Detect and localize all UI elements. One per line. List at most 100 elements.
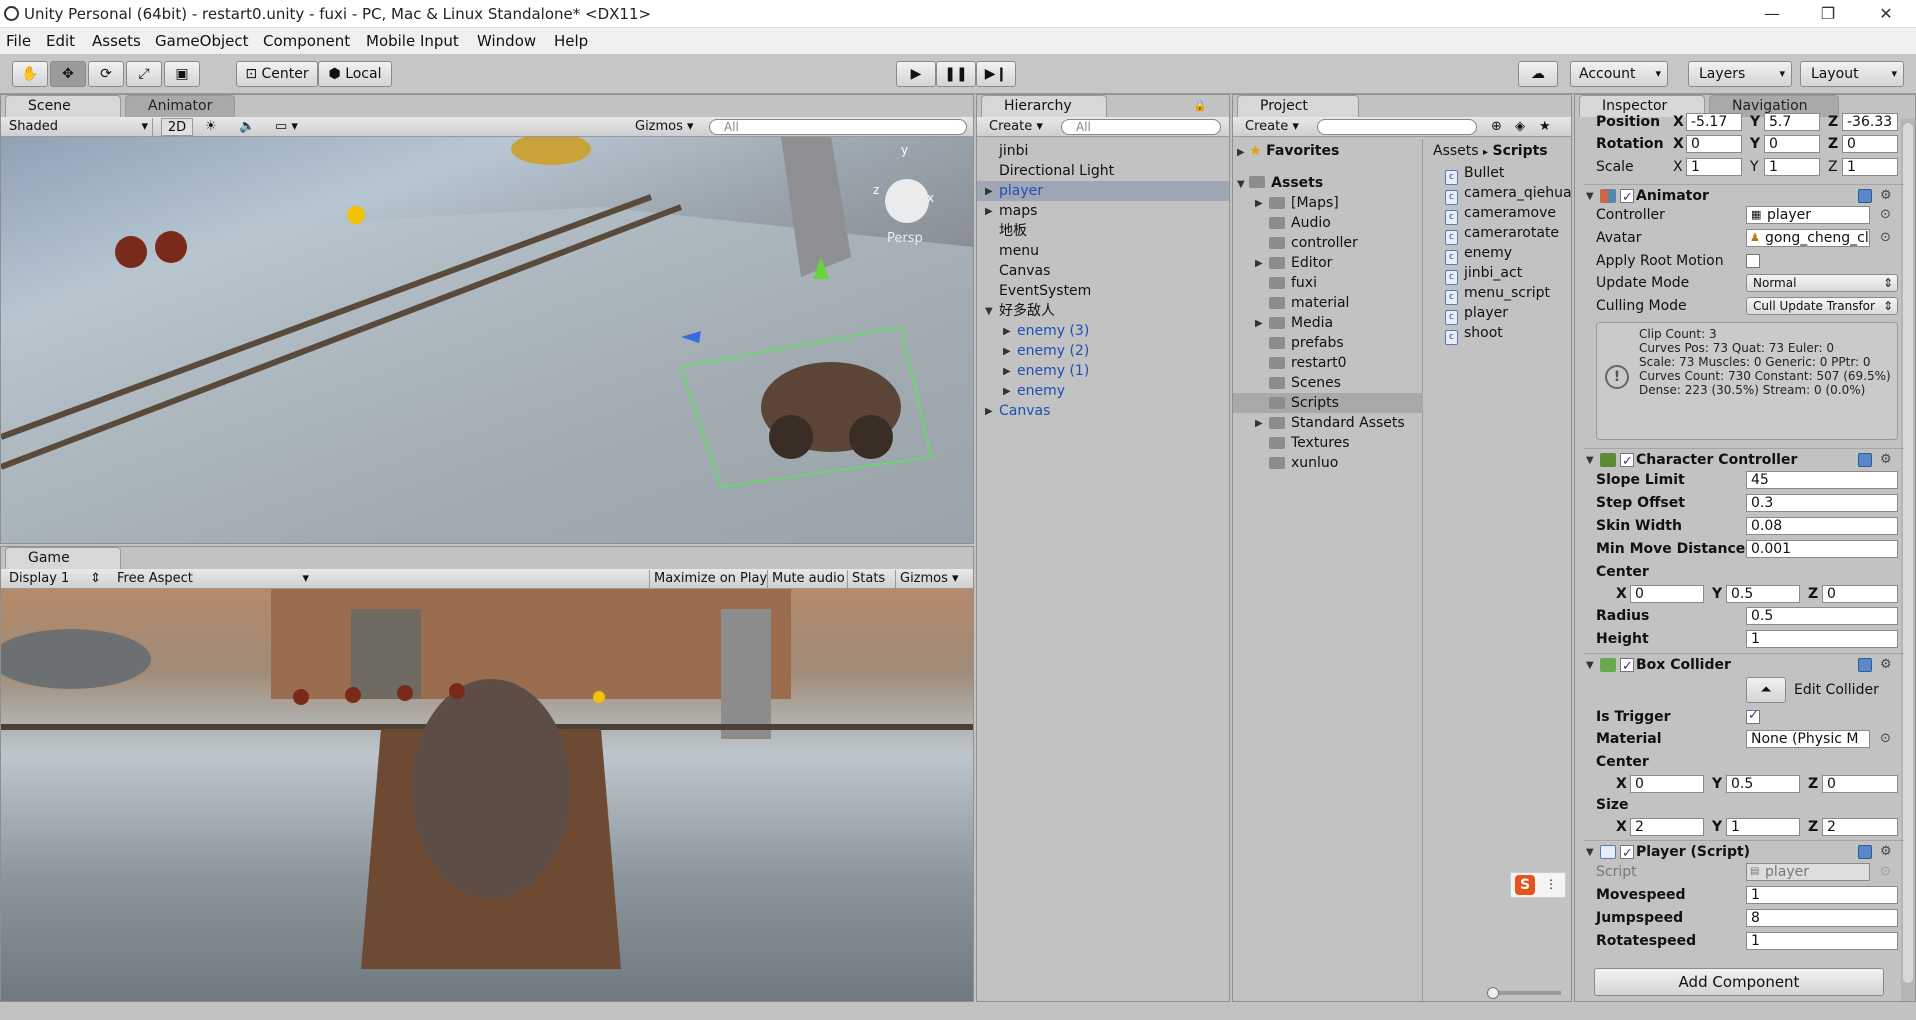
zoom-slider-handle[interactable]: [1487, 987, 1499, 999]
2d-toggle[interactable]: 2D: [161, 118, 193, 136]
zoom-slider[interactable]: [1487, 987, 1561, 999]
cloud-button[interactable]: ☁: [1518, 61, 1558, 87]
script-file-item[interactable]: c shoot: [1445, 323, 1503, 345]
jumpspeed-field[interactable]: 8: [1746, 909, 1898, 927]
scale-tool-button[interactable]: ⤢: [126, 61, 162, 87]
object-picker-icon[interactable]: ⊙: [1880, 230, 1891, 245]
folder-item[interactable]: ▶ [Maps]: [1233, 193, 1423, 213]
bc-center-y-field[interactable]: 0.5: [1726, 775, 1800, 793]
menu-edit[interactable]: Edit: [46, 32, 75, 50]
arrow-right-icon[interactable]: ▶: [1255, 418, 1263, 429]
assets-root-item[interactable]: ▼ Assets: [1237, 173, 1323, 193]
script-file-item[interactable]: c player: [1445, 303, 1508, 325]
culling-mode-dropdown[interactable]: Cull Update Transfor ⇕: [1746, 297, 1898, 315]
rotatespeed-field[interactable]: 1: [1746, 932, 1898, 950]
pause-button[interactable]: ❚❚: [936, 61, 976, 87]
size-x-field[interactable]: 2: [1630, 818, 1704, 836]
folder-item[interactable]: Textures: [1233, 433, 1423, 453]
hierarchy-item[interactable]: EventSystem: [977, 281, 1229, 301]
avatar-field[interactable]: ♟ gong_cheng_cl: [1746, 229, 1870, 247]
hierarchy-item[interactable]: ▼ 好多敌人: [977, 301, 1229, 321]
folder-item[interactable]: material: [1233, 293, 1423, 313]
project-search-input[interactable]: [1317, 119, 1477, 135]
scene-viewport[interactable]: y z x Persp: [1, 137, 973, 543]
size-y-field[interactable]: 1: [1726, 818, 1800, 836]
script-file-item[interactable]: c enemy: [1445, 243, 1512, 265]
hierarchy-item[interactable]: ▶ enemy: [977, 381, 1229, 401]
hierarchy-item[interactable]: Directional Light: [977, 161, 1229, 181]
arrow-right-icon[interactable]: ▶: [1255, 198, 1263, 209]
move-tool-button[interactable]: ✥: [50, 61, 86, 87]
gear-icon[interactable]: ⚙: [1880, 449, 1892, 471]
game-gizmos-dropdown[interactable]: Gizmos ▾: [895, 570, 959, 588]
folder-item[interactable]: prefabs: [1233, 333, 1423, 353]
mute-audio-toggle[interactable]: Mute audio: [767, 570, 845, 588]
arrow-right-icon[interactable]: ▶: [985, 406, 993, 417]
project-create-dropdown[interactable]: Create ▾: [1245, 118, 1299, 136]
scale-x-field[interactable]: 1: [1686, 158, 1742, 176]
object-picker-icon[interactable]: ⊙: [1880, 731, 1891, 746]
folder-item[interactable]: Audio: [1233, 213, 1423, 233]
maximize-on-play-toggle[interactable]: Maximize on Play: [649, 570, 767, 588]
player-script-header[interactable]: ▼ Player (Script) ⚙: [1584, 840, 1904, 865]
gear-icon[interactable]: ⚙: [1880, 185, 1892, 207]
height-field[interactable]: 1: [1746, 630, 1898, 648]
favorites-item[interactable]: ▶ ★ Favorites: [1237, 141, 1339, 161]
scene-search-input[interactable]: All: [709, 119, 967, 135]
scale-z-field[interactable]: 1: [1842, 158, 1898, 176]
object-picker-icon[interactable]: ⊙: [1880, 207, 1891, 222]
effects-icon[interactable]: ▭ ▾: [275, 118, 298, 136]
close-button[interactable]: ✕: [1866, 2, 1906, 26]
script-file-item[interactable]: c cameramove: [1445, 203, 1556, 225]
arrow-right-icon[interactable]: ▶: [1003, 386, 1011, 397]
hierarchy-item[interactable]: jinbi: [977, 141, 1229, 161]
help-book-icon[interactable]: [1858, 658, 1872, 672]
ime-widget[interactable]: S ⋮: [1510, 872, 1566, 898]
menu-assets[interactable]: Assets: [92, 32, 141, 50]
controller-field[interactable]: ▦ player: [1746, 206, 1870, 224]
stats-toggle[interactable]: Stats: [847, 570, 885, 588]
minimize-button[interactable]: —: [1752, 2, 1792, 26]
aspect-dropdown[interactable]: Free Aspect ▾: [117, 570, 313, 588]
hand-tool-button[interactable]: ✋: [12, 61, 48, 87]
step-button[interactable]: ▶❙: [976, 61, 1016, 87]
gear-icon[interactable]: ⚙: [1880, 841, 1892, 863]
is-trigger-checkbox[interactable]: [1746, 708, 1760, 724]
hierarchy-item[interactable]: ▶ maps: [977, 201, 1229, 221]
layers-dropdown[interactable]: Layers: [1688, 61, 1792, 87]
audio-icon[interactable]: 🔈: [239, 118, 255, 136]
menu-component[interactable]: Component: [263, 32, 350, 50]
cc-center-y-field[interactable]: 0.5: [1726, 585, 1800, 603]
folder-item[interactable]: fuxi: [1233, 273, 1423, 293]
inspector-scrollbar[interactable]: [1901, 119, 1915, 1001]
script-file-item[interactable]: c camera_qiehua: [1445, 183, 1572, 205]
hierarchy-item[interactable]: ▶ enemy (2): [977, 341, 1229, 361]
pivot-center-button[interactable]: ⊡ Center: [236, 61, 318, 87]
rotation-y-field[interactable]: 0: [1764, 135, 1820, 153]
help-book-icon[interactable]: [1858, 189, 1872, 203]
display-dropdown[interactable]: Display 1 ⇕: [9, 570, 103, 588]
folder-item[interactable]: ▶ Standard Assets: [1233, 413, 1423, 433]
menu-help[interactable]: Help: [554, 32, 588, 50]
position-y-field[interactable]: 5.7: [1764, 113, 1820, 131]
player-script-enabled-checkbox[interactable]: [1620, 843, 1634, 865]
arrow-right-icon[interactable]: ▶: [1255, 258, 1263, 269]
breadcrumb-assets[interactable]: Assets: [1433, 143, 1479, 159]
folder-item[interactable]: Scripts: [1233, 393, 1423, 413]
arrow-right-icon[interactable]: ▶: [1003, 326, 1011, 337]
persp-label[interactable]: Persp: [887, 231, 923, 246]
lighting-icon[interactable]: ☀: [205, 118, 217, 136]
tab-game[interactable]: Game: [5, 547, 121, 569]
hierarchy-item[interactable]: ▶ enemy (3): [977, 321, 1229, 341]
scale-y-field[interactable]: 1: [1764, 158, 1820, 176]
folder-item[interactable]: ▶ Media: [1233, 313, 1423, 333]
position-x-field[interactable]: -5.17: [1686, 113, 1742, 131]
animator-header[interactable]: ▼ Animator ⚙: [1584, 184, 1904, 209]
pivot-local-button[interactable]: ⬢ Local: [318, 61, 392, 87]
menu-mobile-input[interactable]: Mobile Input: [366, 32, 459, 50]
hierarchy-item[interactable]: ▶ player: [977, 181, 1229, 201]
tab-animator[interactable]: Animator: [125, 95, 235, 117]
hierarchy-item[interactable]: Canvas: [977, 261, 1229, 281]
inspector-scroll-thumb[interactable]: [1903, 123, 1913, 983]
update-mode-dropdown[interactable]: Normal ⇕: [1746, 274, 1898, 292]
